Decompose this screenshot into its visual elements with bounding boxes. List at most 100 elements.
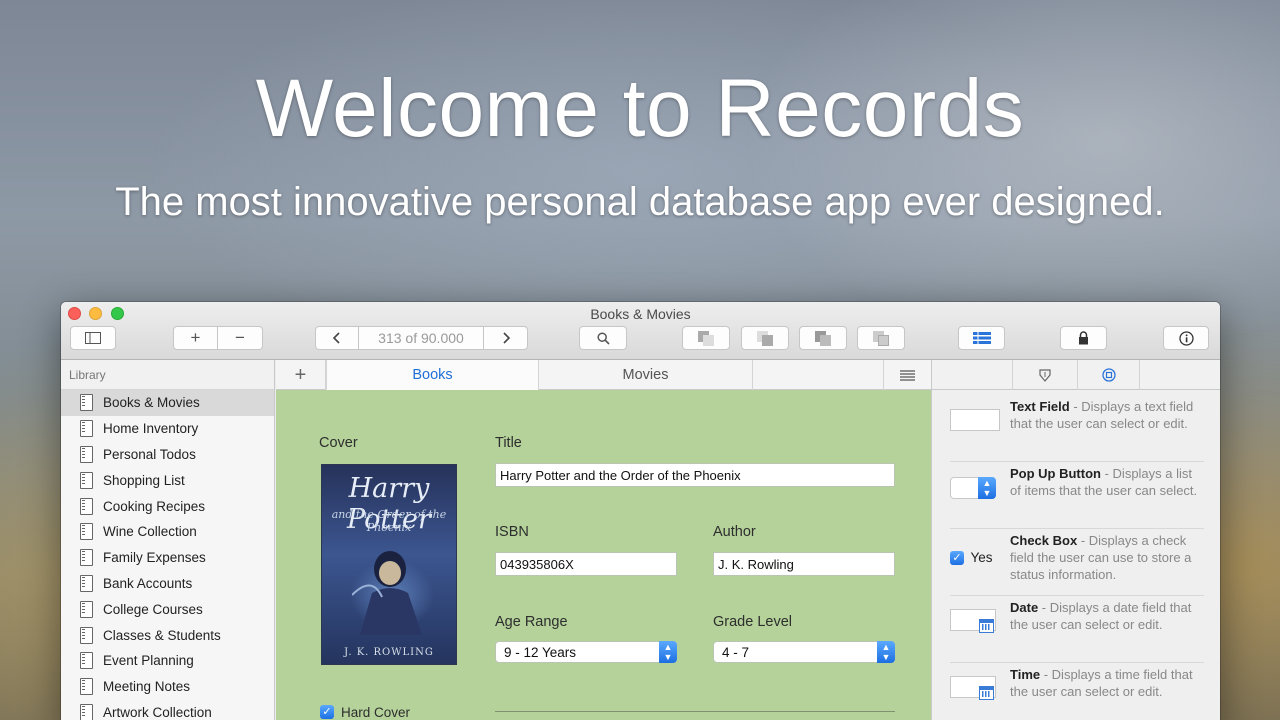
item-name: Check Box [1010,533,1078,548]
sidebar-item-personal-todos[interactable]: Personal Todos [61,442,274,468]
author-field[interactable]: J. K. Rowling [713,552,895,576]
record-form: Cover Harry Potter and the Order of the … [276,390,931,720]
date-preview-box [950,609,996,633]
text-field-preview-box [950,409,1000,431]
time-description: Time - Displays a time field that the us… [1010,666,1206,700]
sidebar-item-home-inventory[interactable]: Home Inventory [61,416,274,442]
age-range-popup[interactable]: 9 - 12 Years ▲ ▼ [495,641,677,663]
sidebar-item-label: Event Planning [103,653,194,669]
cover-image[interactable]: Harry Potter and the Order of the Phoeni… [321,464,457,665]
layout-button-3[interactable] [799,326,847,350]
hard-cover-label: Hard Cover [341,705,411,720]
text-field-description: Text Field - Displays a text field that … [1010,398,1206,432]
hard-cover-checkbox[interactable]: ✓ [320,705,334,719]
sidebar-item-label: College Courses [103,601,203,617]
chevron-updown-icon: ▲ ▼ [659,641,677,663]
content-area: + Books Movies Cover Harry Potter and th… [276,360,931,720]
database-icon [80,600,93,618]
next-record-button[interactable] [484,326,528,350]
sidebar-item-classes-students[interactable]: Classes & Students [61,622,274,648]
database-icon [80,652,93,670]
previous-record-button[interactable] [315,326,359,350]
grade-level-popup[interactable]: 4 - 7 ▲ ▼ [713,641,895,663]
chevron-updown-icon: ▲ ▼ [877,641,895,663]
layout-button-2[interactable] [741,326,789,350]
grade-level-value: 4 - 7 [722,645,750,660]
sidebar-item-label: Home Inventory [103,421,199,437]
sidebar-item-label: Artwork Collection [103,704,212,720]
layout-icon [696,330,716,346]
checkbox-preview-label: Yes [970,550,993,566]
toggle-sidebar-button[interactable] [70,326,116,350]
info-button[interactable] [1163,326,1209,350]
calendar-icon [979,686,994,700]
sidebar-item-label: Classes & Students [103,627,221,643]
remove-record-button[interactable]: − [218,326,263,350]
hamburger-menu-icon [900,369,915,381]
cover-figure-illustration [352,551,422,635]
lock-button[interactable] [1060,326,1107,350]
plus-icon: + [294,363,307,386]
sidebar-item-family-expenses[interactable]: Family Expenses [61,545,274,571]
cover-art-author: J. K. ROWLING [344,647,434,658]
popup-button-preview: ▲ ▼ [950,477,1002,499]
sidebar-item-shopping-list[interactable]: Shopping List [61,467,274,493]
age-range-value: 9 - 12 Years [504,645,577,660]
library-item-time[interactable]: Time - Displays a time field that the us… [950,664,1204,720]
database-icon [80,523,93,541]
calendar-icon [979,619,994,633]
app-window: Books & Movies + − 313 of 90.000 Library… [61,302,1220,720]
checkmark-icon: ✓ [322,706,332,718]
sidebar-item-books-movies[interactable]: Books & Movies [61,390,274,416]
layout-button-1[interactable] [682,326,730,350]
database-icon [80,445,93,463]
database-icon [80,497,93,515]
tab-movies[interactable]: Movies [539,360,753,390]
item-desc: - Displays a date field that the user ca… [1010,600,1192,632]
tab-label: Movies [622,367,669,383]
tab-field-library[interactable] [1012,360,1077,390]
add-record-button[interactable]: + [173,326,218,350]
lock-icon [1079,331,1088,345]
database-icon [80,471,93,489]
tab-bar: + Books Movies [276,360,931,390]
chevron-updown-icon: ▲ ▼ [978,477,996,499]
inspector-panel: Text Field - Displays a text field that … [931,360,1220,720]
layout-button-4[interactable] [857,326,905,350]
library-item-popup-button[interactable]: ▲ ▼ Pop Up Button - Displays a list of it… [950,463,1204,529]
add-tab-button[interactable]: + [276,360,326,390]
sidebar-item-wine-collection[interactable]: Wine Collection [61,519,274,545]
title-label: Title [495,435,522,451]
sidebar-item-cooking-recipes[interactable]: Cooking Recipes [61,493,274,519]
library-item-text-field[interactable]: Text Field - Displays a text field that … [950,396,1204,462]
tab-books[interactable]: Books [326,360,539,390]
sidebar-item-label: Personal Todos [103,446,196,462]
sidebar-item-artwork-collection[interactable]: Artwork Collection [61,700,274,720]
sidebar-item-bank-accounts[interactable]: Bank Accounts [61,571,274,597]
title-bar: Books & Movies + − 313 of 90.000 [61,302,1220,360]
sidebar-item-event-planning[interactable]: Event Planning [61,648,274,674]
list-view-button[interactable] [958,326,1005,350]
item-name: Time [1010,667,1041,682]
age-range-label: Age Range [495,614,568,630]
window-title: Books & Movies [590,306,691,322]
sidebar-item-meeting-notes[interactable]: Meeting Notes [61,674,274,700]
chevron-left-icon [333,332,340,344]
check-box-preview: ✓ Yes [950,549,1002,567]
tab-field-inspector[interactable] [1077,360,1140,390]
isbn-label: ISBN [495,524,529,540]
sidebar-item-label: Shopping List [103,472,185,488]
sidebar-item-college-courses[interactable]: College Courses [61,596,274,622]
library-item-date[interactable]: Date - Displays a date field that the us… [950,597,1204,663]
item-name: Text Field [1010,399,1070,414]
tab-menu-button[interactable] [883,360,931,390]
cover-label: Cover [319,435,358,451]
database-icon [80,420,93,438]
isbn-field[interactable]: 043935806X [495,552,677,576]
layout-icon [755,330,775,346]
item-name: Pop Up Button [1010,466,1101,481]
library-item-check-box[interactable]: ✓ Yes Check Box - Displays a check field… [950,530,1204,596]
time-preview-box [950,676,996,700]
title-field[interactable]: Harry Potter and the Order of the Phoeni… [495,463,895,487]
search-button[interactable] [579,326,627,350]
